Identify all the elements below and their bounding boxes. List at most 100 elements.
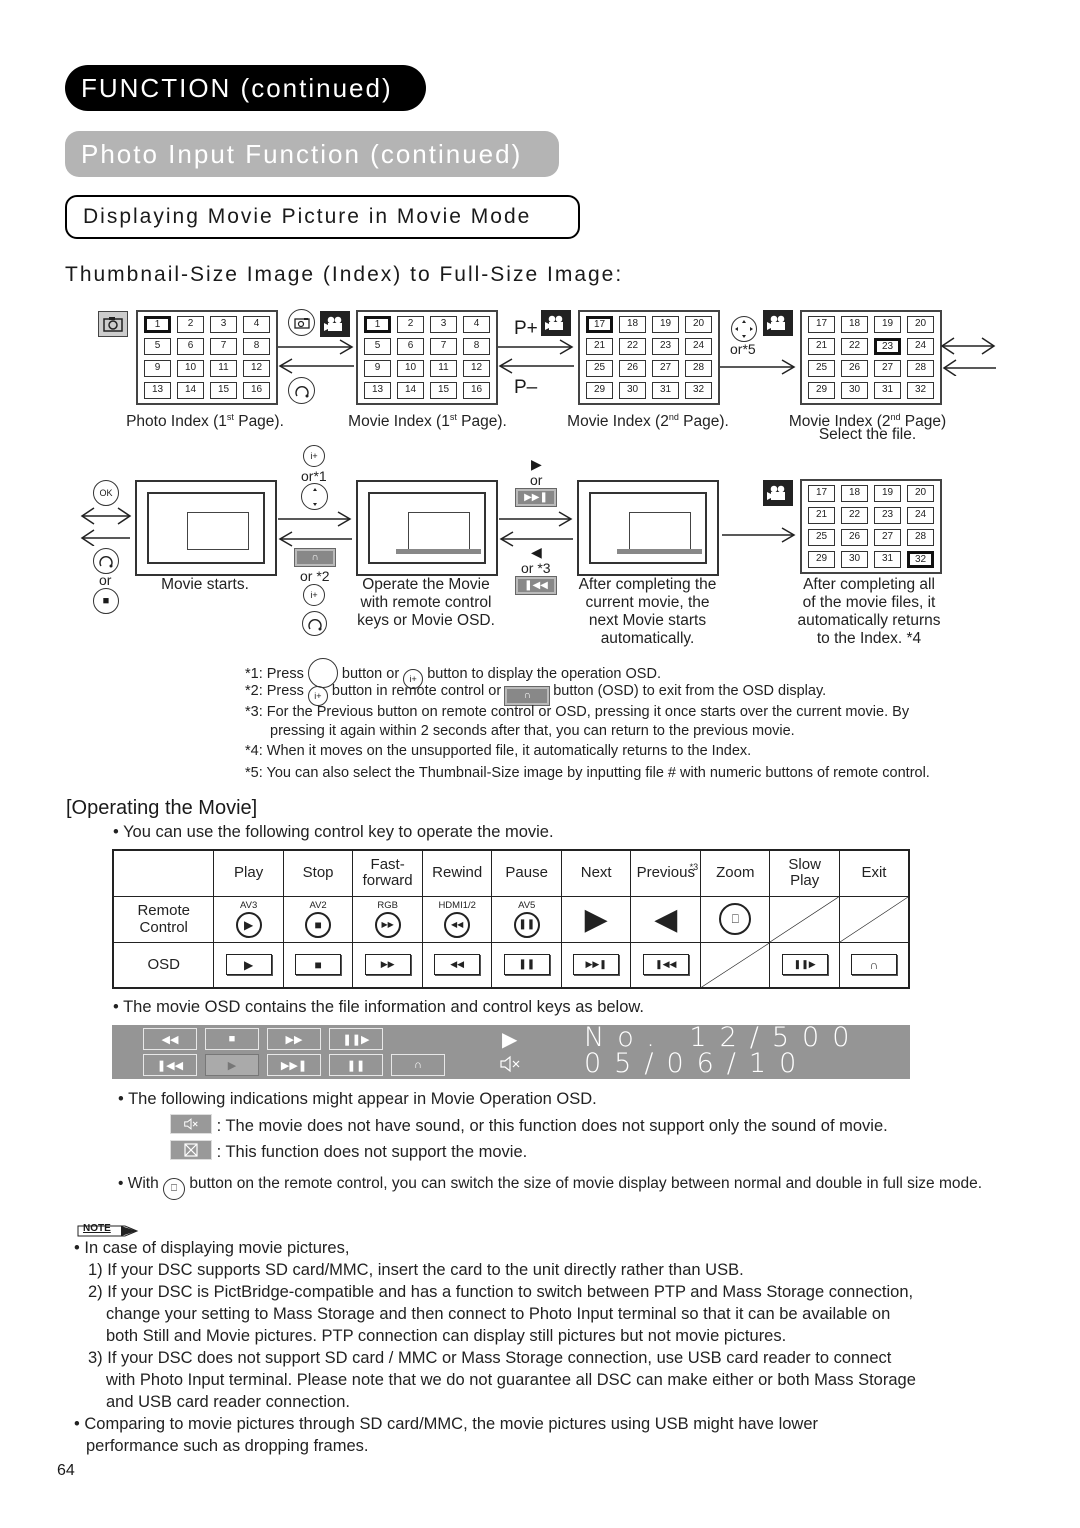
index-cell[interactable]: 14 bbox=[177, 382, 204, 399]
index-cell[interactable]: 7 bbox=[430, 338, 457, 355]
remote-fast-forward-icon: ▶▶ bbox=[374, 911, 401, 938]
index-cell[interactable]: 24 bbox=[907, 338, 934, 355]
file-date: 05∕06∕10 bbox=[584, 1048, 810, 1079]
index-cell[interactable]: 31 bbox=[874, 382, 901, 399]
index-cell[interactable]: 21 bbox=[808, 507, 835, 524]
index-cell[interactable]: 23 bbox=[874, 507, 901, 524]
osd-stop-key[interactable]: ■ bbox=[205, 1028, 259, 1050]
osd-rewind-icon: ◀◀ bbox=[434, 954, 481, 976]
index-cell[interactable]: 21 bbox=[808, 338, 835, 355]
index-cell[interactable]: 28 bbox=[907, 360, 934, 377]
index-cell[interactable]: 2 bbox=[397, 316, 424, 333]
index-cell[interactable]: 15 bbox=[430, 382, 457, 399]
index-cell[interactable]: 19 bbox=[874, 316, 901, 333]
index-cell[interactable]: 10 bbox=[177, 360, 204, 377]
index-cell[interactable]: 12 bbox=[463, 360, 490, 377]
osd-previous-key[interactable]: ❚◀◀ bbox=[143, 1054, 197, 1076]
index-cell[interactable]: 8 bbox=[463, 338, 490, 355]
index-cell[interactable]: 26 bbox=[619, 360, 646, 377]
index-cell[interactable]: 16 bbox=[463, 382, 490, 399]
index-cell[interactable]: 14 bbox=[397, 382, 424, 399]
osd-fast-forward-key[interactable]: ▶▶ bbox=[267, 1028, 321, 1050]
osd-rewind-key[interactable]: ◀◀ bbox=[143, 1028, 197, 1050]
index-cell[interactable]: 29 bbox=[586, 382, 613, 399]
index-cell[interactable]: 31 bbox=[652, 382, 679, 399]
index-cell-selected[interactable]: 23 bbox=[874, 338, 901, 355]
footnote-5: *5: You can also select the Thumbnail-Si… bbox=[245, 765, 930, 781]
index-cell[interactable]: 17 bbox=[808, 316, 835, 333]
index-cell[interactable]: 11 bbox=[430, 360, 457, 377]
index-cell[interactable]: 25 bbox=[586, 360, 613, 377]
index-cell[interactable]: 17 bbox=[808, 485, 835, 502]
index-cell[interactable]: 18 bbox=[619, 316, 646, 333]
arrows-ok bbox=[80, 507, 132, 546]
index-cell[interactable]: 30 bbox=[841, 551, 868, 568]
index-cell[interactable]: 21 bbox=[586, 338, 613, 355]
index-cell[interactable]: 26 bbox=[841, 529, 868, 546]
index-cell[interactable]: 12 bbox=[243, 360, 270, 377]
index-cell[interactable]: 23 bbox=[652, 338, 679, 355]
index-cell[interactable]: 9 bbox=[364, 360, 391, 377]
index-cell[interactable]: 10 bbox=[397, 360, 424, 377]
index-cell[interactable]: 4 bbox=[243, 316, 270, 333]
index-cell[interactable]: 20 bbox=[907, 485, 934, 502]
index-cell[interactable]: 13 bbox=[364, 382, 391, 399]
index-cell[interactable]: 6 bbox=[177, 338, 204, 355]
index-cell[interactable]: 24 bbox=[907, 507, 934, 524]
return-index-grid: 17 18 19 20 21 22 23 24 25 26 27 28 29 30 31 32 bbox=[800, 479, 942, 574]
index-cell[interactable]: 15 bbox=[210, 382, 237, 399]
index-cell[interactable]: 20 bbox=[685, 316, 712, 333]
index-cell[interactable]: 3 bbox=[210, 316, 237, 333]
index-cell[interactable]: 32 bbox=[907, 382, 934, 399]
index-cell[interactable]: 6 bbox=[397, 338, 424, 355]
index-cell[interactable]: 20 bbox=[907, 316, 934, 333]
osd-next-icon: ▶▶❚ bbox=[573, 954, 620, 976]
index-cell[interactable]: 3 bbox=[430, 316, 457, 333]
index-cell-selected[interactable]: 1 bbox=[364, 316, 391, 333]
index-cell[interactable]: 2 bbox=[177, 316, 204, 333]
index-cell[interactable]: 13 bbox=[144, 382, 171, 399]
osd-play-key[interactable]: ▶ bbox=[205, 1054, 259, 1076]
index-cell[interactable]: 31 bbox=[874, 551, 901, 568]
index-cell[interactable]: 16 bbox=[243, 382, 270, 399]
index-cell[interactable]: 5 bbox=[364, 338, 391, 355]
index-cell[interactable]: 22 bbox=[619, 338, 646, 355]
index-cell[interactable]: 27 bbox=[874, 360, 901, 377]
col-slow-play: Slow Play bbox=[769, 849, 840, 897]
index-cell[interactable]: 28 bbox=[907, 529, 934, 546]
index-cell[interactable]: 30 bbox=[841, 382, 868, 399]
index-cell[interactable]: 8 bbox=[243, 338, 270, 355]
index-cell[interactable]: 18 bbox=[841, 485, 868, 502]
index-cell[interactable]: 27 bbox=[874, 529, 901, 546]
index-cell-selected[interactable]: 17 bbox=[586, 316, 613, 333]
index-cell[interactable]: 19 bbox=[652, 316, 679, 333]
index-cell[interactable]: 7 bbox=[210, 338, 237, 355]
index-cell[interactable]: 26 bbox=[841, 360, 868, 377]
index-cell[interactable]: 24 bbox=[685, 338, 712, 355]
index-cell[interactable]: 19 bbox=[874, 485, 901, 502]
index-cell[interactable]: 5 bbox=[144, 338, 171, 355]
index-cell[interactable]: 25 bbox=[808, 360, 835, 377]
index-cell[interactable]: 18 bbox=[841, 316, 868, 333]
index-cell[interactable]: 27 bbox=[652, 360, 679, 377]
index-cell[interactable]: 11 bbox=[210, 360, 237, 377]
index-cell-selected[interactable]: 32 bbox=[907, 551, 934, 568]
osd-next-key[interactable]: ▶▶❚ bbox=[267, 1054, 321, 1076]
osd-exit-key[interactable]: ∩ bbox=[391, 1054, 445, 1076]
index-cell[interactable]: 22 bbox=[841, 507, 868, 524]
osd-pause-key[interactable]: ❚❚ bbox=[329, 1054, 383, 1076]
index-cell[interactable]: 22 bbox=[841, 338, 868, 355]
osd-slow-play-icon: ❚❚▶ bbox=[781, 954, 828, 976]
index-cell[interactable]: 30 bbox=[619, 382, 646, 399]
stop-button-icon: ■ bbox=[93, 588, 119, 614]
index-cell[interactable]: 25 bbox=[808, 529, 835, 546]
index-cell[interactable]: 29 bbox=[808, 382, 835, 399]
index-cell[interactable]: 32 bbox=[685, 382, 712, 399]
index-cell[interactable]: 4 bbox=[463, 316, 490, 333]
index-cell-selected[interactable]: 1 bbox=[144, 316, 171, 333]
index-cell[interactable]: 9 bbox=[144, 360, 171, 377]
index-cell[interactable]: 28 bbox=[685, 360, 712, 377]
osd-exit-icon: ∩ bbox=[850, 954, 897, 976]
index-cell[interactable]: 29 bbox=[808, 551, 835, 568]
osd-slow-play-key[interactable]: ❚❚▶ bbox=[329, 1028, 383, 1050]
